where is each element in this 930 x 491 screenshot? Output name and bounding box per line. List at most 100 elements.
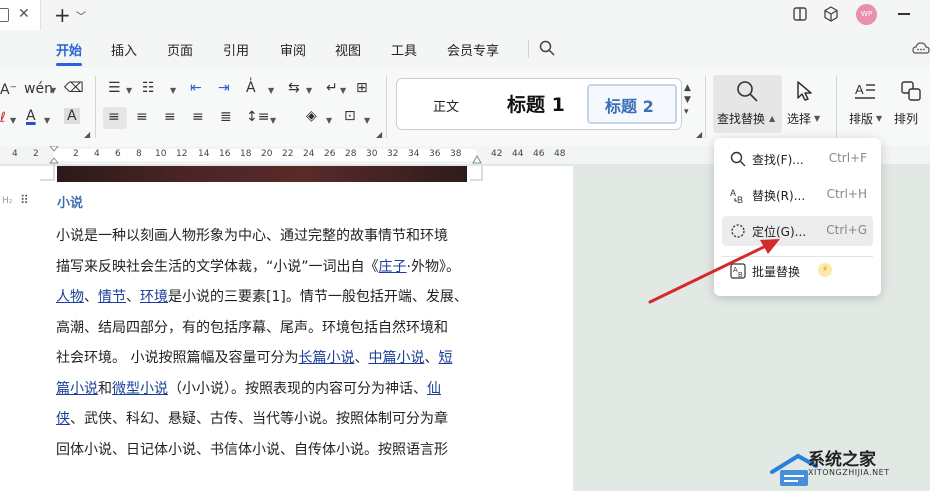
tab-home[interactable]: 开始 [56,40,82,59]
chevron-down-icon[interactable]: ▼ [270,116,276,125]
more-options-icon[interactable] [912,41,930,57]
distributed-icon[interactable]: ≣ [220,109,232,125]
ruler-tick-label: 32 [387,149,399,159]
hyperlink[interactable]: 长篇小说 [298,350,354,366]
hyperlink[interactable]: 侠 [56,411,70,427]
chevron-down-icon[interactable]: ▼ [126,86,132,95]
cube-icon[interactable] [823,6,839,22]
tab-view[interactable]: 视图 [335,40,361,59]
menu-item-batch-replace[interactable]: AB 批量替换 ⚡ [722,256,873,286]
section-heading: 小说 [57,196,84,211]
hyperlink[interactable]: 人物 [56,289,84,305]
embedded-image[interactable] [57,166,467,182]
close-tab-icon[interactable]: ✕ [18,6,30,22]
chevron-down-icon[interactable]: ▼ [10,116,16,125]
menu-item-replace[interactable]: AB 替换(R)... Ctrl+H [722,180,873,210]
style-heading-1[interactable]: 标题 1 [507,90,565,117]
document-tab[interactable]: ✕ [0,0,41,30]
char-shading-icon[interactable]: A [64,108,80,124]
menu-item-find[interactable]: 查找(F)... Ctrl+F [722,144,873,174]
tab-member[interactable]: 会员专享 [447,40,499,59]
text-run: ·外物》。 [406,258,460,275]
phonetic-guide-icon[interactable]: wén [24,81,53,97]
border-icon[interactable]: ⊡ [344,108,356,124]
gallery-scroll[interactable]: ▲ ▼ ▾ [684,82,691,118]
expand-dialog-icon[interactable]: ◢ [696,130,702,139]
plus-icon[interactable]: + [54,3,71,27]
paragraph-line: 侠、武侠、科幻、悬疑、古传、当代等小说。按照体制可分为章 [56,408,448,428]
highlight-color-icon[interactable]: ℓ [0,110,6,126]
hyperlink[interactable]: 微型小说 [112,381,168,397]
hyperlink[interactable]: 篇小说 [56,381,98,397]
left-indent-marker[interactable] [49,146,59,164]
tab-insert[interactable]: 插入 [111,40,137,59]
expand-dialog-icon[interactable]: ◢ [376,130,382,139]
tab-review[interactable]: 审阅 [280,40,306,59]
tab-reference[interactable]: 引用 [223,40,249,59]
hyperlink[interactable]: 环境 [140,289,168,305]
justify-icon[interactable]: ≡ [192,109,204,125]
shading-icon[interactable]: ◈ [306,108,317,124]
eraser-icon[interactable]: ⌫ [64,80,84,96]
hyperlink[interactable]: 中篇小说 [368,350,424,366]
minimize-icon[interactable] [898,13,910,15]
search-icon [730,151,746,167]
ruler-tick-label: 26 [324,149,336,159]
align-right-icon[interactable]: ≡ [164,109,176,125]
expand-dialog-icon[interactable]: ◢ [84,130,90,139]
locate-icon [731,224,745,238]
text-run: 、 [84,289,98,305]
divider [528,40,529,58]
ruler-tick-label: 22 [282,149,294,159]
chevron-down-icon[interactable]: ▼ [876,114,882,123]
layout-button[interactable]: 排版 [849,110,873,127]
hyperlink[interactable]: 情节 [98,289,126,305]
font-color-icon[interactable]: A [26,108,36,124]
hyperlink[interactable]: 短 [438,350,452,366]
select-button[interactable]: 选择 [787,110,811,127]
bullet-list-icon[interactable]: ☰ [108,80,121,96]
style-normal[interactable]: 正文 [433,96,459,115]
tab-page[interactable]: 页面 [167,40,193,59]
align-left-icon[interactable]: ≡ [108,109,120,125]
arrange-icon[interactable] [900,80,922,102]
layout-icon[interactable]: A [854,80,876,102]
watermark-title: 系统之家 [808,450,876,470]
window-layout-icon[interactable] [792,6,808,22]
chevron-down-icon[interactable]: ▼ [814,114,820,123]
chevron-down-icon[interactable]: ▼ [340,86,346,95]
avatar[interactable]: WP [856,4,877,25]
search-icon[interactable] [539,40,555,56]
divider [386,76,387,138]
shortcut-label: Ctrl+H [826,187,867,201]
menu-item-goto[interactable]: 定位(G)... Ctrl+G [722,216,873,246]
hyperlink[interactable]: 庄子 [379,259,407,275]
increase-indent-icon[interactable]: ⇥ [218,80,230,96]
line-spacing-icon[interactable]: ↕≡ [246,109,269,125]
sort-icon[interactable]: ⇆ [288,80,300,96]
font-size-icon[interactable]: A⁻ [0,82,17,98]
show-marks-icon[interactable]: ↵ [326,80,338,96]
drag-handle-icon[interactable]: ⠿ [20,193,29,207]
right-indent-marker[interactable] [472,155,482,164]
chevron-down-icon[interactable]: ▼ [268,86,274,95]
ruler-tick-label: 4 [12,149,18,159]
chinese-layout-icon[interactable]: ⊞ [356,80,368,96]
chevron-down-icon[interactable]: ▼ [364,116,370,125]
tab-tools[interactable]: 工具 [391,40,417,59]
hyperlink[interactable]: 仙 [427,381,441,397]
chevron-down-icon[interactable]: ▼ [50,86,56,95]
numbered-list-icon[interactable]: ☷ [142,80,155,96]
arrange-button[interactable]: 排列 [894,110,918,127]
ruler-tick-label: 16 [219,149,231,159]
decrease-indent-icon[interactable]: ⇤ [190,80,202,96]
chevron-down-icon[interactable]: ▼ [326,116,332,125]
text-direction-icon[interactable]: A̍ [246,80,256,96]
chevron-down-icon[interactable]: ▼ [306,86,312,95]
chevron-down-icon[interactable]: ▼ [170,86,176,95]
align-center-icon[interactable]: ≡ [136,109,148,125]
style-heading-2[interactable]: 标题 2 [587,84,677,124]
chevron-down-icon[interactable]: ▼ [44,116,50,125]
chevron-down-icon[interactable]: ﹀ [76,8,86,23]
cursor-select-icon[interactable] [795,80,815,102]
